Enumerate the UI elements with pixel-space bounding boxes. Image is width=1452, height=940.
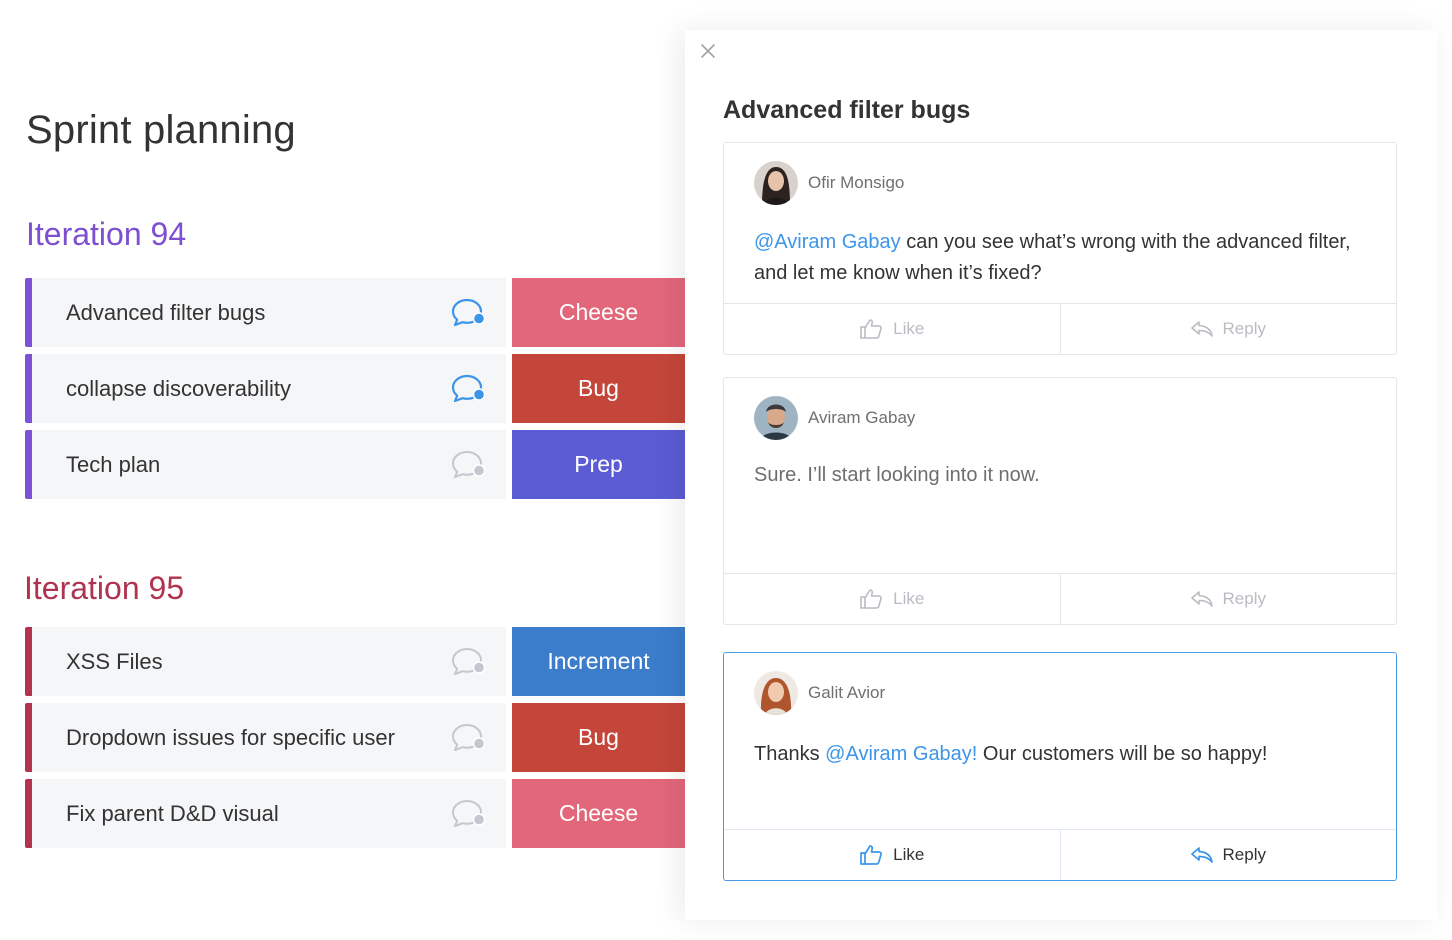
updates-bubble-icon[interactable] [450,645,488,679]
group-color-bar [25,278,32,347]
item-row[interactable]: Fix parent D&D visual Cheese [25,779,685,848]
like-button[interactable]: Like [724,830,1060,880]
status-cell[interactable]: Bug [512,354,685,423]
updates-bubble-icon[interactable] [450,296,488,330]
like-button[interactable]: Like [724,574,1060,624]
status-cell[interactable]: Bug [512,703,685,772]
like-label: Like [893,589,925,608]
reply-button[interactable]: Reply [1059,574,1397,624]
reply-label: Reply [1222,589,1266,608]
author-name[interactable]: Ofir Monsigo [808,173,904,193]
update-card-active: Galit Avior Thanks @Aviram Gabay! Our cu… [723,652,1397,881]
panel-title: Advanced filter bugs [723,96,971,124]
item-name-cell[interactable]: collapse discoverability [32,354,506,423]
update-actions: Like Reply [724,573,1396,624]
update-author: Aviram Gabay [754,396,915,440]
update-text: Our customers will be so happy! [977,743,1268,765]
update-actions: Like Reply [724,829,1396,880]
author-name[interactable]: Aviram Gabay [808,408,915,428]
item-name-cell[interactable]: Dropdown issues for specific user [32,703,506,772]
reply-icon [1190,847,1213,863]
update-body: Sure. I’ll start looking into it now. [754,460,1356,491]
update-author: Galit Avior [754,671,885,715]
updates-bubble-icon[interactable] [450,721,488,755]
item-name: Advanced filter bugs [66,299,266,325]
item-row[interactable]: collapse discoverability Bug [25,354,685,423]
update-text-prefix: Thanks [754,743,826,765]
mention-link[interactable]: @Aviram Gabay [754,231,901,253]
updates-bubble-icon[interactable] [450,448,488,482]
group-title-iteration-94[interactable]: Iteration 94 [26,216,186,253]
item-row[interactable]: Tech plan Prep [25,430,685,499]
updates-bubble-icon[interactable] [450,797,488,831]
reply-button[interactable]: Reply [1059,304,1397,354]
item-updates-panel: Advanced filter bugs Ofir Monsigo @Avira… [685,30,1437,920]
reply-icon [1190,321,1213,337]
update-author: Ofir Monsigo [754,161,904,205]
group-color-bar [25,354,32,423]
item-row[interactable]: Advanced filter bugs Cheese [25,278,685,347]
reply-icon [1190,591,1213,607]
group-iteration-94: Advanced filter bugs Cheese collapse dis… [25,278,685,506]
status-cell[interactable]: Cheese [512,779,685,848]
avatar[interactable] [754,671,798,715]
status-cell[interactable]: Prep [512,430,685,499]
author-name[interactable]: Galit Avior [808,683,885,703]
update-actions: Like Reply [724,303,1396,354]
group-title-iteration-95[interactable]: Iteration 95 [24,570,184,607]
item-name-cell[interactable]: XSS Files [32,627,506,696]
group-color-bar [25,627,32,696]
like-label: Like [893,845,925,864]
reply-label: Reply [1222,319,1266,338]
update-card: Ofir Monsigo @Aviram Gabay can you see w… [723,142,1397,355]
thumbs-up-icon [860,845,883,865]
updates-bubble-icon[interactable] [450,372,488,406]
item-name-cell[interactable]: Advanced filter bugs [32,278,506,347]
update-body: @Aviram Gabay can you see what’s wrong w… [754,227,1356,289]
board-title: Sprint planning [26,108,296,152]
item-name-cell[interactable]: Tech plan [32,430,506,499]
group-iteration-95: XSS Files Increment Dropdown issues for … [25,627,685,855]
item-name: Tech plan [66,451,161,477]
avatar[interactable] [754,396,798,440]
item-row[interactable]: XSS Files Increment [25,627,685,696]
close-icon[interactable] [697,40,719,62]
thumbs-up-icon [860,589,883,609]
update-text: Sure. I’ll start looking into it now. [754,464,1040,486]
update-body: Thanks @Aviram Gabay! Our customers will… [754,739,1356,770]
mention-link[interactable]: @Aviram Gabay! [825,743,977,765]
item-name-cell[interactable]: Fix parent D&D visual [32,779,506,848]
update-card: Aviram Gabay Sure. I’ll start looking in… [723,377,1397,625]
item-name: Dropdown issues for specific user [66,724,395,750]
like-label: Like [893,319,925,338]
group-color-bar [25,703,32,772]
reply-label: Reply [1222,845,1266,864]
reply-button[interactable]: Reply [1059,830,1397,880]
like-button[interactable]: Like [724,304,1060,354]
group-color-bar [25,430,32,499]
avatar[interactable] [754,161,798,205]
status-cell[interactable]: Cheese [512,278,685,347]
group-color-bar [25,779,32,848]
thumbs-up-icon [860,319,883,339]
item-name: Fix parent D&D visual [66,800,279,826]
item-name: XSS Files [66,648,163,674]
item-row[interactable]: Dropdown issues for specific user Bug [25,703,685,772]
item-name: collapse discoverability [66,375,291,401]
status-cell[interactable]: Increment [512,627,685,696]
